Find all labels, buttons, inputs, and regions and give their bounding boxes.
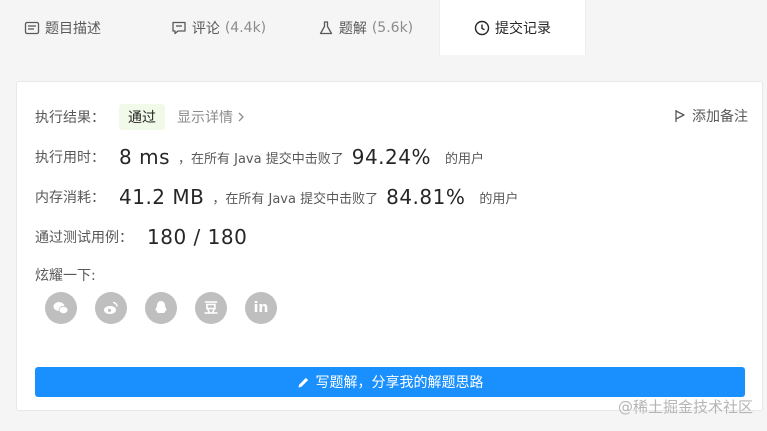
chevron-right-icon: [238, 112, 244, 122]
description-icon: [24, 21, 40, 34]
runtime-label: 执行用时：: [35, 150, 105, 166]
result-row: 执行结果： 通过 显示详情: [35, 104, 245, 130]
tab-count: (4.4k): [224, 19, 267, 36]
share-icons: 豆 in: [45, 292, 277, 324]
share-qq-button[interactable]: [145, 292, 177, 324]
memory-percent: 84.81%: [386, 185, 466, 209]
weibo-icon: [104, 301, 118, 314]
runtime-percent: 94.24%: [351, 145, 431, 169]
tab-comments[interactable]: 评论 (4.4k): [145, 0, 292, 55]
clock-icon: [474, 20, 490, 35]
flag-icon: [675, 110, 685, 122]
memory-row: 内存消耗： 41.2 MB ，在所有 Java 提交中击败了 84.81% 的用…: [35, 185, 518, 209]
share-label-row: 炫耀一下:: [35, 265, 96, 285]
write-solution-button[interactable]: 写题解，分享我的解题思路: [35, 367, 745, 397]
memory-label: 内存消耗：: [35, 190, 105, 206]
flask-icon: [319, 20, 332, 34]
share-wechat-button[interactable]: [45, 292, 77, 324]
write-solution-label: 写题解，分享我的解题思路: [315, 375, 484, 391]
show-details-label: 显示详情: [177, 110, 233, 126]
tab-submissions[interactable]: 提交记录: [439, 0, 586, 55]
tests-value: 180 / 180: [147, 225, 248, 249]
share-douban-button[interactable]: 豆: [195, 292, 227, 324]
memory-suffix: 的用户: [479, 191, 519, 207]
memory-text: ，在所有 Java 提交中击败了: [212, 191, 379, 207]
tab-label: 评论: [191, 20, 220, 37]
share-label: 炫耀一下:: [35, 268, 96, 284]
add-note-button[interactable]: 添加备注: [674, 106, 748, 126]
tab-bar: 题目描述 评论 (4.4k) 题解 (5.6k) 提交记录: [0, 0, 767, 55]
submission-panel: 执行结果： 通过 显示详情 添加备注 执行用时： 8 ms ，在所有 Java …: [16, 81, 763, 411]
watermark: @稀土掘金技术社区: [617, 398, 753, 416]
memory-value: 41.2 MB: [119, 185, 205, 209]
runtime-value: 8 ms: [119, 145, 170, 169]
tab-label: 提交记录: [495, 20, 551, 37]
runtime-row: 执行用时： 8 ms ，在所有 Java 提交中击败了 94.24% 的用户: [35, 145, 484, 169]
show-details-link[interactable]: 显示详情: [177, 107, 245, 127]
tab-description[interactable]: 题目描述: [0, 0, 145, 55]
linkedin-icon: in: [253, 300, 269, 316]
douban-icon: 豆: [204, 301, 218, 317]
pencil-icon: [298, 377, 308, 387]
tab-label: 题目描述: [45, 20, 101, 37]
tests-label: 通过测试用例：: [35, 230, 133, 246]
comment-icon: [172, 21, 186, 34]
qq-icon: [155, 301, 167, 313]
share-weibo-button[interactable]: [95, 292, 127, 324]
runtime-suffix: 的用户: [444, 151, 484, 167]
share-linkedin-button[interactable]: in: [245, 292, 277, 324]
add-note-label: 添加备注: [692, 109, 748, 125]
tab-count: (5.6k): [371, 19, 414, 36]
tab-label: 题解: [338, 20, 367, 37]
result-label: 执行结果：: [35, 110, 105, 126]
status-badge: 通过: [119, 104, 165, 130]
runtime-text: ，在所有 Java 提交中击败了: [177, 151, 344, 167]
tab-solutions[interactable]: 题解 (5.6k): [292, 0, 439, 55]
tests-row: 通过测试用例： 180 / 180: [35, 225, 247, 249]
wechat-icon: [53, 302, 69, 315]
